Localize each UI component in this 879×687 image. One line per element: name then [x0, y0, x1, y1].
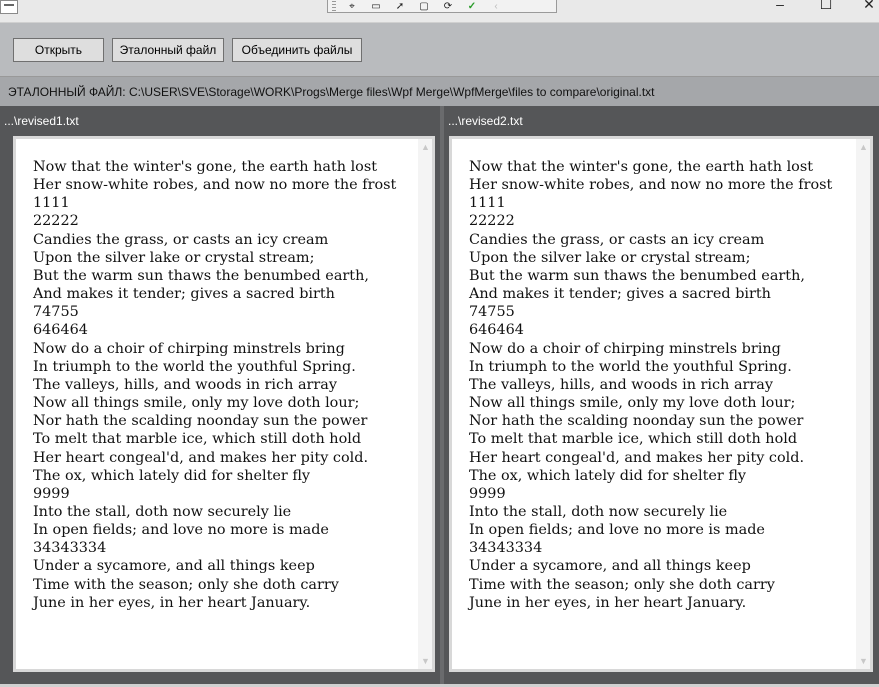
text-line: The ox, which lately did for shelter fly	[33, 467, 311, 484]
merge-files-button[interactable]: Объединить файлы	[232, 38, 362, 62]
text-line: In triumph to the world the youthful Spr…	[469, 358, 792, 375]
right-pane: ...\revised2.txt Now that the winter's g…	[444, 106, 879, 684]
text-line: Under a sycamore, and all things keep	[469, 558, 751, 575]
text-line: 9999	[33, 485, 70, 502]
text-line: Into the stall, doth now securely lie	[33, 503, 292, 520]
scroll-up-icon[interactable]: ▲	[859, 142, 868, 152]
text-line: To melt that marble ice, which still dot…	[33, 431, 362, 448]
track-focused-element-icon[interactable]: ➚	[392, 1, 408, 12]
scroll-down-icon[interactable]: ▼	[859, 656, 868, 666]
compare-panes: ...\revised1.txt Now that the winter's g…	[0, 106, 879, 684]
text-line: 1111	[33, 195, 70, 212]
text-line: 646464	[469, 322, 524, 339]
text-line: 74755	[469, 304, 515, 321]
window-title-bar: ⌖ ▭ ➚ ▢ ⟳ ✓ ‹ – ☐ ✕	[0, 0, 879, 23]
minimize-button[interactable]: –	[760, 0, 800, 12]
text-line: The ox, which lately did for shelter fly	[469, 467, 747, 484]
text-line: But the warm sun thaws the benumbed eart…	[469, 267, 805, 284]
left-text-lines: Now that the winter's gone, the earth ha…	[33, 158, 396, 612]
text-line: Upon the silver lake or crystal stream;	[469, 249, 751, 266]
text-line: Now all things smile, only my love doth …	[469, 395, 796, 412]
text-line: Into the stall, doth now securely lie	[469, 503, 728, 520]
text-line: Her heart congeal'd, and makes her pity …	[33, 449, 369, 466]
text-line: Time with the season; only she doth carr…	[469, 576, 775, 593]
text-line: The valleys, hills, and woods in rich ar…	[469, 376, 773, 393]
text-line: 1111	[469, 195, 506, 212]
text-line: Now that the winter's gone, the earth ha…	[469, 159, 814, 175]
text-line: Time with the season; only she doth carr…	[33, 576, 339, 593]
text-line: Her snow-white robes, and now no more th…	[469, 177, 833, 194]
text-line: Now do a choir of chirping minstrels bri…	[469, 340, 781, 357]
left-pane-title: ...\revised1.txt	[4, 114, 79, 128]
text-line: But the warm sun thaws the benumbed eart…	[33, 267, 369, 284]
text-line: Under a sycamore, and all things keep	[33, 558, 315, 575]
main-toolbar: Открыть Эталонный файл Объединить файлы	[0, 23, 879, 76]
close-button[interactable]: ✕	[849, 0, 879, 13]
display-layout-adorners-icon[interactable]: ▭	[368, 1, 384, 12]
right-pane-title: ...\revised2.txt	[448, 114, 523, 128]
text-line: 34343334	[469, 540, 543, 557]
text-line: Candies the grass, or casts an icy cream	[469, 231, 765, 248]
text-line: The valleys, hills, and woods in rich ar…	[33, 376, 337, 393]
check-icon[interactable]: ✓	[464, 1, 480, 12]
text-line: And makes it tender; gives a sacred birt…	[33, 286, 335, 303]
reference-file-button[interactable]: Эталонный файл	[112, 38, 224, 62]
text-line: In open fields; and love no more is made	[33, 522, 329, 539]
left-text-editor[interactable]: Now that the winter's gone, the earth ha…	[13, 136, 435, 672]
text-line: To melt that marble ice, which still dot…	[469, 431, 798, 448]
text-line: 22222	[33, 213, 79, 230]
text-line: June in her eyes, in her heart January.	[33, 594, 311, 611]
left-pane: ...\revised1.txt Now that the winter's g…	[0, 106, 440, 684]
text-line: Now that the winter's gone, the earth ha…	[33, 159, 378, 175]
text-line: Upon the silver lake or crystal stream;	[33, 249, 315, 266]
text-line: 646464	[33, 322, 88, 339]
text-line: Candies the grass, or casts an icy cream	[33, 231, 329, 248]
scroll-down-icon[interactable]: ▼	[421, 656, 430, 666]
text-line: 34343334	[33, 540, 107, 557]
right-vertical-scrollbar[interactable]: ▲ ▼	[856, 139, 870, 669]
text-line: 9999	[469, 485, 506, 502]
left-vertical-scrollbar[interactable]: ▲ ▼	[418, 139, 432, 669]
reference-path-label: ЭТАЛОННЫЙ ФАЙЛ: C:\USER\SVE\Storage\WORK…	[8, 85, 655, 99]
maximize-button[interactable]: ☐	[806, 0, 846, 13]
back-icon[interactable]: ‹	[488, 1, 504, 12]
hot-reload-icon[interactable]: ⟳	[440, 1, 456, 12]
text-line: June in her eyes, in her heart January.	[469, 594, 747, 611]
open-button[interactable]: Открыть	[13, 38, 104, 62]
text-line: In triumph to the world the youthful Spr…	[33, 358, 356, 375]
text-line: Nor hath the scalding noonday sun the po…	[33, 413, 368, 430]
toolbar-grip-icon[interactable]	[332, 1, 336, 11]
text-line: 74755	[33, 304, 79, 321]
text-line: Now do a choir of chirping minstrels bri…	[33, 340, 345, 357]
scroll-up-icon[interactable]: ▲	[421, 142, 430, 152]
app-icon	[0, 0, 18, 14]
text-line: 22222	[469, 213, 515, 230]
right-text-editor[interactable]: Now that the winter's gone, the earth ha…	[449, 136, 873, 672]
text-line: Nor hath the scalding noonday sun the po…	[469, 413, 804, 430]
text-line: Now all things smile, only my love doth …	[33, 395, 360, 412]
text-line: And makes it tender; gives a sacred birt…	[469, 286, 771, 303]
select-element-icon[interactable]: ⌖	[344, 1, 360, 12]
text-line: Her heart congeal'd, and makes her pity …	[469, 449, 805, 466]
reference-path-bar: ЭТАЛОННЫЙ ФАЙЛ: C:\USER\SVE\Storage\WORK…	[0, 76, 879, 106]
select-element-icon-2[interactable]: ▢	[416, 1, 432, 12]
right-text-lines: Now that the winter's gone, the earth ha…	[469, 158, 832, 612]
text-line: Her snow-white robes, and now no more th…	[33, 177, 397, 194]
text-line: In open fields; and love no more is made	[469, 522, 765, 539]
debug-toolbar: ⌖ ▭ ➚ ▢ ⟳ ✓ ‹	[327, 0, 557, 13]
